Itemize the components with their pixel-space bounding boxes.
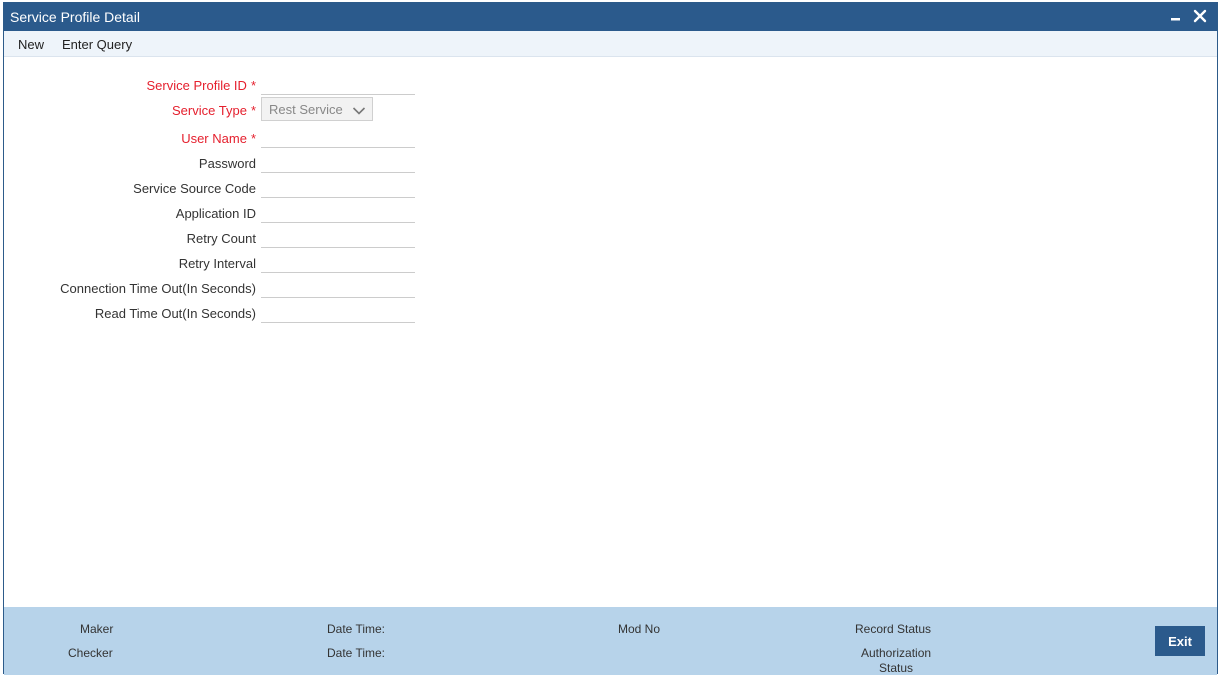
password-label: Password [198, 156, 256, 171]
service-type-label: Service Type * [172, 103, 256, 118]
retry-interval-label: Retry Interval [178, 256, 256, 271]
required-marker: * [250, 131, 256, 146]
service-type-select[interactable]: Rest Service [261, 97, 373, 121]
row-service-type: Service Type * Rest Service [4, 97, 424, 121]
application-id-input[interactable] [261, 202, 415, 223]
row-retry-interval: Retry Interval [4, 252, 424, 274]
authorization-status-label: Authorization Status [861, 646, 932, 675]
row-read-timeout: Read Time Out(In Seconds) [4, 302, 424, 324]
service-source-code-input[interactable] [261, 177, 415, 198]
record-status-label: Record Status [855, 622, 932, 636]
service-source-code-label: Service Source Code [133, 181, 256, 196]
read-timeout-input[interactable] [261, 302, 415, 323]
title-bar: Service Profile Detail [4, 3, 1217, 31]
service-profile-id-input[interactable] [261, 74, 415, 95]
window-title: Service Profile Detail [10, 9, 140, 25]
audit-footer: Maker Checker Date Time: Date Time: Mod … [4, 607, 1217, 675]
row-user-name: User Name * [4, 127, 424, 149]
exit-button[interactable]: Exit [1155, 626, 1205, 656]
toolbar: New Enter Query [4, 31, 1217, 57]
checker-label: Checker [68, 646, 113, 660]
retry-count-label: Retry Count [186, 231, 256, 246]
mod-no-label: Mod No [618, 622, 661, 636]
required-marker: * [250, 78, 256, 93]
row-connection-timeout: Connection Time Out(In Seconds) [4, 277, 424, 299]
required-marker: * [250, 103, 256, 118]
user-name-label: User Name * [181, 131, 256, 146]
row-application-id: Application ID [4, 202, 424, 224]
service-profile-window: Service Profile Detail New Enter Query S… [3, 2, 1218, 675]
connection-timeout-input[interactable] [261, 277, 415, 298]
maker-label: Maker [80, 622, 114, 636]
row-retry-count: Retry Count [4, 227, 424, 249]
application-id-label: Application ID [175, 206, 256, 221]
user-name-input[interactable] [261, 127, 415, 148]
checker-date-time-label: Date Time: [327, 646, 386, 660]
retry-count-input[interactable] [261, 227, 415, 248]
minimize-icon[interactable] [1167, 7, 1185, 25]
retry-interval-input[interactable] [261, 252, 415, 273]
service-profile-id-label: Service Profile ID * [146, 78, 256, 93]
connection-timeout-label: Connection Time Out(In Seconds) [60, 281, 256, 296]
row-password: Password [4, 152, 424, 174]
service-type-selected-value: Rest Service [269, 102, 343, 117]
new-button[interactable]: New [18, 37, 44, 52]
chevron-down-icon [352, 104, 366, 119]
maker-date-time-label: Date Time: [327, 622, 386, 636]
enter-query-button[interactable]: Enter Query [62, 37, 132, 52]
password-input[interactable] [261, 152, 415, 173]
row-service-source-code: Service Source Code [4, 177, 424, 199]
row-service-profile-id: Service Profile ID * [4, 74, 424, 96]
read-timeout-label: Read Time Out(In Seconds) [94, 306, 256, 321]
close-icon[interactable] [1191, 7, 1209, 25]
